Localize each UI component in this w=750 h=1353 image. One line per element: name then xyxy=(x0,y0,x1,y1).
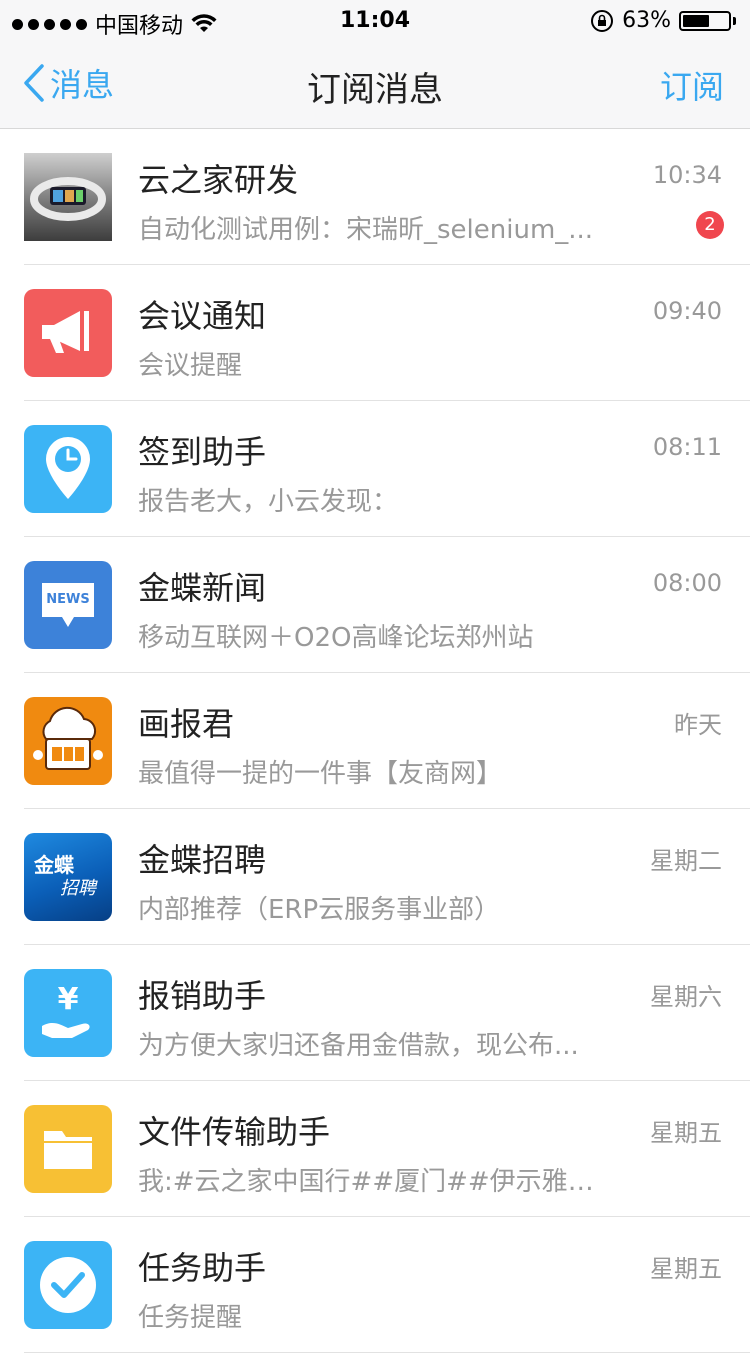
status-bar: 中国移动 11:04 63% xyxy=(0,0,750,40)
pictorial-mascot-icon xyxy=(24,697,112,785)
list-item[interactable]: 会议通知 会议提醒 09:40 xyxy=(0,265,750,401)
list-item[interactable]: 签到助手 报告老大，小云发现： 08:11 xyxy=(0,401,750,537)
item-time: 10:34 xyxy=(652,161,722,189)
battery-percent: 63% xyxy=(622,8,671,33)
item-title: 文件传输助手 xyxy=(138,1113,331,1151)
list-item[interactable]: 金蝶 招聘 金蝶招聘 内部推荐（ERP云服务事业部） 星期二 xyxy=(0,809,750,945)
item-time: 08:00 xyxy=(652,569,722,597)
item-subtitle: 最值得一提的一件事【友商网】 xyxy=(138,759,503,789)
item-subtitle: 报告老大，小云发现： xyxy=(138,487,399,517)
battery-icon xyxy=(679,10,731,31)
battery-info: 63% xyxy=(590,8,736,33)
item-title: 画报君 xyxy=(138,705,235,743)
location-clock-icon xyxy=(24,425,112,513)
item-subtitle: 内部推荐（ERP云服务事业部） xyxy=(138,895,501,925)
megaphone-icon xyxy=(24,289,112,377)
item-title: 金蝶招聘 xyxy=(138,841,267,879)
rotation-lock-icon xyxy=(591,9,614,32)
checkmark-icon xyxy=(24,1241,112,1329)
list-item[interactable]: ¥ 报销助手 为方便大家归还备用金借款，现公布... 星期六 xyxy=(0,945,750,1081)
item-title: 报销助手 xyxy=(138,977,267,1015)
subscription-list: 云之家研发 自动化测试用例：宋瑞昕_selenium_... 10:34 2 会… xyxy=(0,129,750,1353)
item-time: 星期二 xyxy=(650,847,722,875)
news-icon-label: NEWS xyxy=(46,592,90,607)
item-time: 星期五 xyxy=(650,1255,722,1283)
list-item[interactable]: 文件传输助手 我:#云之家中国行##厦门##伊示雅咖啡# 星期五 xyxy=(0,1081,750,1217)
item-subtitle: 会议提醒 xyxy=(138,351,243,381)
list-item[interactable]: 任务助手 任务提醒 星期五 xyxy=(0,1217,750,1353)
item-subtitle: 我:#云之家中国行##厦门##伊示雅咖啡# xyxy=(138,1167,618,1197)
item-subtitle: 自动化测试用例：宋瑞昕_selenium_... xyxy=(138,215,594,245)
recruit-icon: 金蝶 招聘 xyxy=(24,833,112,921)
item-title: 云之家研发 xyxy=(138,161,299,199)
folder-icon xyxy=(24,1105,112,1193)
subscribe-button[interactable]: 订阅 xyxy=(660,62,724,108)
recruit-icon-label-1: 金蝶 xyxy=(34,853,74,877)
unread-badge: 2 xyxy=(696,211,724,239)
list-item[interactable]: 云之家研发 自动化测试用例：宋瑞昕_selenium_... 10:34 2 xyxy=(0,129,750,265)
item-subtitle: 移动互联网＋O2O高峰论坛郑州站 xyxy=(138,623,534,653)
item-subtitle: 任务提醒 xyxy=(138,1303,243,1333)
item-time: 星期五 xyxy=(650,1119,722,1147)
list-item[interactable]: 画报君 最值得一提的一件事【友商网】 昨天 xyxy=(0,673,750,809)
recruit-icon-label-2: 招聘 xyxy=(60,878,96,899)
item-title: 任务助手 xyxy=(138,1249,267,1287)
navigation-bar: 消息 订阅消息 订阅 xyxy=(0,40,750,129)
item-time: 星期六 xyxy=(650,983,722,1011)
item-time: 08:11 xyxy=(652,433,722,461)
item-time: 09:40 xyxy=(652,297,722,325)
yen-hand-icon: ¥ xyxy=(24,969,112,1057)
item-subtitle: 为方便大家归还备用金借款，现公布... xyxy=(138,1031,579,1061)
smart-bracelet-image xyxy=(24,153,112,241)
item-title: 会议通知 xyxy=(138,297,267,335)
item-title: 签到助手 xyxy=(138,433,267,471)
page-title: 订阅消息 xyxy=(307,70,443,110)
item-time: 昨天 xyxy=(674,711,722,739)
news-icon: NEWS xyxy=(24,561,112,649)
list-item[interactable]: NEWS 金蝶新闻 移动互联网＋O2O高峰论坛郑州站 08:00 xyxy=(0,537,750,673)
item-title: 金蝶新闻 xyxy=(138,569,267,607)
yen-symbol: ¥ xyxy=(57,982,79,1017)
